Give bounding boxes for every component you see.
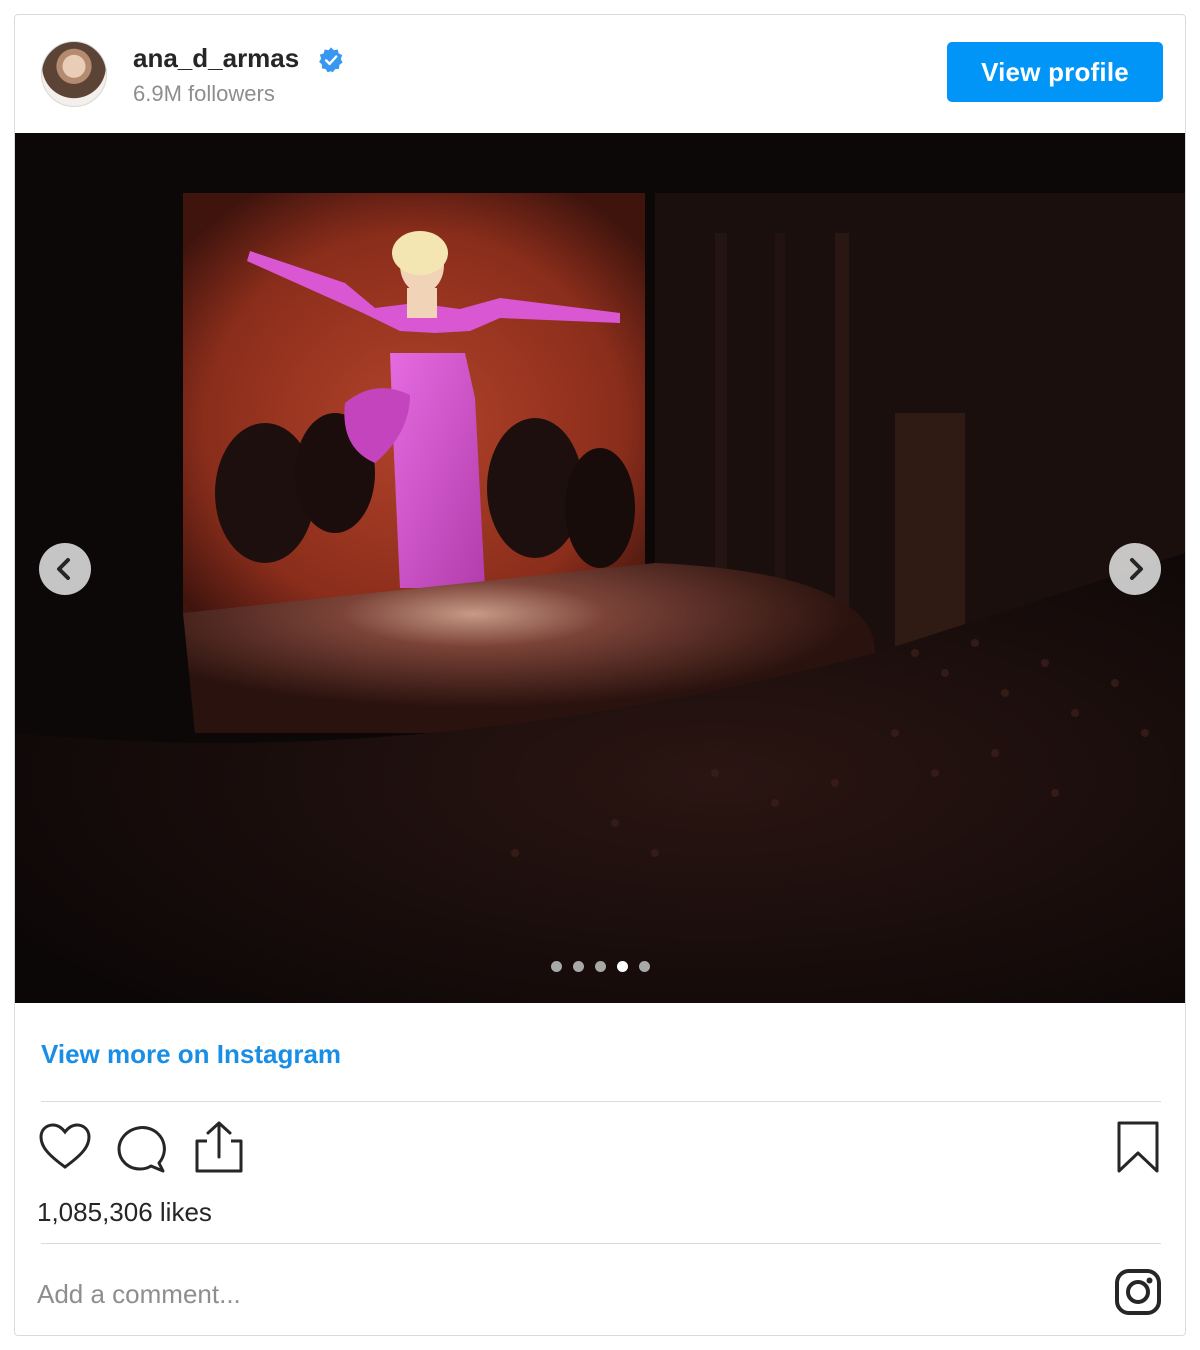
- carousel-dot: [551, 961, 562, 972]
- carousel-dot: [639, 961, 650, 972]
- chevron-left-icon: [57, 558, 70, 580]
- carousel-dot: [573, 961, 584, 972]
- avatar[interactable]: [41, 41, 107, 107]
- comment-input[interactable]: Add a comment...: [37, 1279, 241, 1310]
- post-header: ana_d_armas 6.9M followers View profile: [15, 15, 1185, 133]
- likes-count: 1,085,306 likes: [37, 1197, 212, 1227]
- post-image[interactable]: [15, 133, 1185, 1003]
- view-profile-button[interactable]: View profile: [947, 42, 1163, 102]
- chevron-right-icon: [1130, 558, 1143, 580]
- carousel-dot: [595, 961, 606, 972]
- heart-icon[interactable]: [37, 1121, 93, 1173]
- next-slide-button[interactable]: [1109, 543, 1161, 595]
- carousel-dot-active: [617, 961, 628, 972]
- divider: [41, 1101, 1161, 1102]
- divider: [41, 1243, 1161, 1244]
- previous-slide-button[interactable]: [39, 543, 91, 595]
- share-icon[interactable]: [191, 1119, 247, 1175]
- comment-bubble-icon[interactable]: [113, 1121, 169, 1177]
- followers-count: 6.9M followers: [133, 81, 275, 106]
- username[interactable]: ana_d_armas: [133, 43, 299, 74]
- bookmark-icon[interactable]: [1115, 1119, 1161, 1175]
- verified-badge-icon: [319, 47, 343, 73]
- instagram-embed-card: ana_d_armas 6.9M followers View profile: [14, 14, 1186, 1336]
- theater-photo: [15, 133, 1185, 1003]
- instagram-logo-icon[interactable]: [1113, 1267, 1163, 1317]
- view-more-link[interactable]: View more on Instagram: [41, 1039, 341, 1070]
